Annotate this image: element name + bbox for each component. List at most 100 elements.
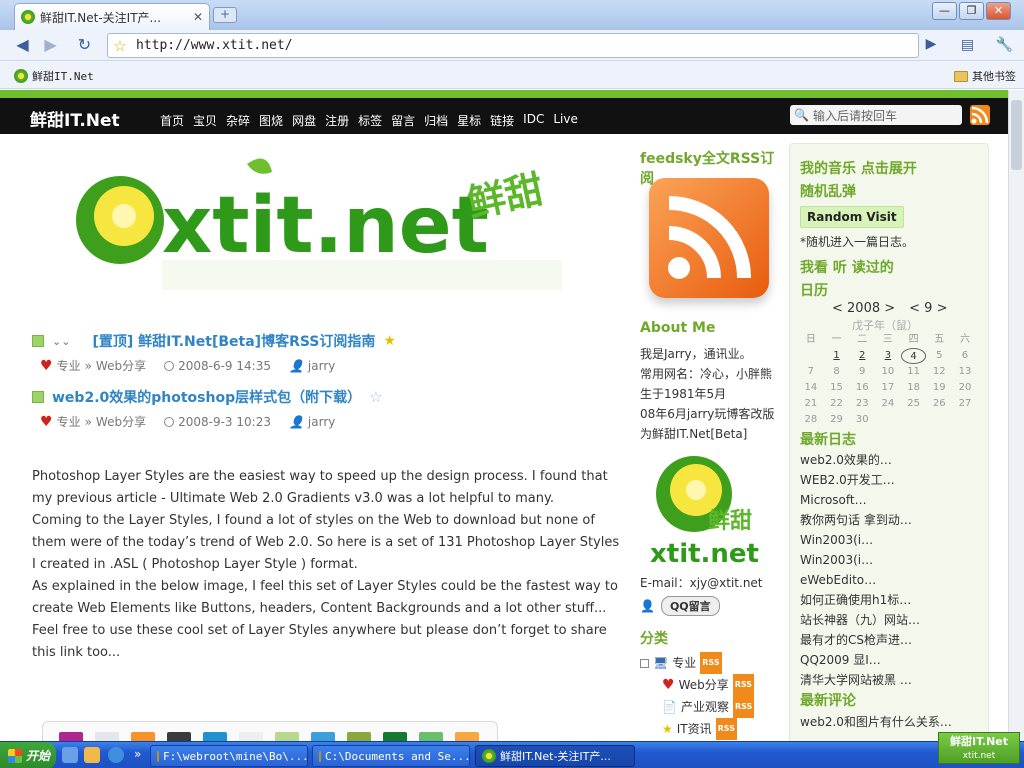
category-link[interactable]: 专业	[57, 357, 81, 374]
calendar-day[interactable]: 13	[952, 364, 978, 380]
scrollbar-thumb[interactable]	[1011, 100, 1022, 170]
calendar-day[interactable]: 23	[849, 396, 875, 412]
recent-post-link[interactable]: QQ2009 显I…	[800, 650, 920, 670]
recent-post-link[interactable]: Win2003(i…	[800, 530, 920, 550]
task-explorer-1[interactable]: F:\webroot\mine\Bo\...	[150, 745, 308, 767]
calendar-day[interactable]: 29	[824, 412, 850, 428]
bookmark-star-icon[interactable]: ☆	[108, 37, 132, 55]
nav-archive[interactable]: 归档	[424, 112, 448, 129]
nav-idc[interactable]: IDC	[523, 112, 544, 129]
star-outline-icon[interactable]: ☆	[369, 388, 382, 406]
header-rss-icon[interactable]	[970, 105, 990, 125]
calendar-day[interactable]	[926, 412, 952, 428]
address-bar[interactable]: ☆ http://www.xtit.net/	[107, 33, 919, 58]
nav-star[interactable]: 星标	[457, 112, 481, 129]
recent-post-link[interactable]: 最有才的CS枪声进…	[800, 630, 920, 650]
post-title-link[interactable]: [置顶] 鲜甜IT.Net[Beta]博客RSS订阅指南	[92, 331, 375, 351]
qq-message-button[interactable]: QQ留言	[660, 596, 720, 616]
task-explorer-2[interactable]: C:\Documents and Se...	[312, 745, 470, 767]
tab-close-icon[interactable]: ✕	[193, 10, 203, 24]
subcategory-link[interactable]: Web分享	[96, 357, 146, 374]
calendar-day[interactable]	[875, 412, 901, 428]
calendar-day[interactable]: 2	[849, 348, 875, 364]
calendar-day[interactable]: 20	[952, 380, 978, 396]
wrench-icon[interactable]: 🔧	[992, 33, 1017, 58]
rss-badge-icon[interactable]: RSS	[715, 718, 737, 740]
other-bookmarks[interactable]: 其他书签	[954, 68, 1016, 84]
url-text[interactable]: http://www.xtit.net/	[132, 38, 293, 53]
calendar-day[interactable]: 8	[824, 364, 850, 380]
calendar-day[interactable]: 27	[952, 396, 978, 412]
rss-badge-icon[interactable]: RSS	[732, 696, 755, 718]
calendar-day[interactable]: 9	[849, 364, 875, 380]
category-item[interactable]: ♥ Web分享 RSS	[640, 674, 755, 696]
subcategory-link[interactable]: Web分享	[96, 413, 146, 430]
quicklaunch-more-icon[interactable]: »	[134, 747, 141, 761]
nav-baby[interactable]: 宝贝	[193, 112, 217, 129]
category-item[interactable]: 🖥 专业 RSS	[640, 652, 754, 674]
category-item[interactable]: ★ IT资讯 RSS	[640, 718, 754, 740]
calendar-day[interactable]: 22	[824, 396, 850, 412]
collapse-box-icon[interactable]	[640, 658, 649, 668]
quicklaunch-icon[interactable]	[62, 747, 78, 763]
calendar-day[interactable]: 21	[798, 396, 824, 412]
calendar-month-nav[interactable]: < 9 >	[909, 301, 947, 316]
calendar-day[interactable]: 17	[875, 380, 901, 396]
calendar-day[interactable]: 26	[926, 396, 952, 412]
calendar-day[interactable]: 24	[875, 396, 901, 412]
calendar-day[interactable]: 10	[875, 364, 901, 380]
task-browser[interactable]: 鲜甜IT.Net-关注IT产...	[475, 745, 635, 767]
calendar-day[interactable]	[901, 412, 927, 428]
calendar-day[interactable]	[952, 412, 978, 428]
forward-arrow-icon[interactable]: ▶	[38, 33, 63, 58]
start-button[interactable]: 开始	[0, 742, 56, 768]
recent-post-link[interactable]: Win2003(i…	[800, 550, 920, 570]
tray-site-badge[interactable]: 鲜甜IT.Net xtit.net	[938, 732, 1020, 764]
minimize-button[interactable]: —	[932, 2, 957, 20]
big-rss-icon[interactable]	[649, 178, 769, 298]
recent-post-link[interactable]: 如何正确使用h1标…	[800, 590, 920, 610]
nav-links[interactable]: 链接	[490, 112, 514, 129]
reload-icon[interactable]: ↻	[72, 33, 97, 58]
recent-comment[interactable]: web2.0和图片有什么关系…	[800, 712, 952, 732]
calendar-day[interactable]: 19	[926, 380, 952, 396]
recent-post-link[interactable]: Microsoft…	[800, 490, 920, 510]
nav-tags[interactable]: 标签	[358, 112, 382, 129]
recent-post-link[interactable]: 站长神器（九）网站…	[800, 610, 920, 630]
bookmark-item[interactable]: 鲜甜IT.Net	[14, 68, 94, 84]
recent-post-link[interactable]: 清华大学网站被黑 …	[800, 670, 920, 690]
nav-photos[interactable]: 图烧	[259, 112, 283, 129]
recent-post-link[interactable]: eWebEdito…	[800, 570, 920, 590]
maximize-button[interactable]: ❐	[959, 2, 984, 20]
nav-live[interactable]: Live	[553, 112, 578, 129]
calendar-day[interactable]: 3	[875, 348, 901, 364]
calendar-day[interactable]: 5	[926, 348, 952, 364]
nav-home[interactable]: 首页	[160, 112, 184, 129]
chevron-down-icon[interactable]: ⌄⌄	[52, 335, 70, 348]
go-arrow-icon[interactable]: ▶	[921, 36, 941, 56]
nav-disk[interactable]: 网盘	[292, 112, 316, 129]
nav-register[interactable]: 注册	[325, 112, 349, 129]
scrollbar[interactable]	[1008, 90, 1024, 741]
category-item[interactable]: 📄 产业观察 RSS	[640, 696, 755, 718]
close-button[interactable]: ✕	[986, 2, 1011, 20]
calendar-year-nav[interactable]: < 2008 >	[832, 301, 895, 316]
nav-guestbook[interactable]: 留言	[391, 112, 415, 129]
calendar-day[interactable]: 30	[849, 412, 875, 428]
calendar-day[interactable]: 6	[952, 348, 978, 364]
post-title-link[interactable]: web2.0效果的photoshop层样式包（附下载）	[52, 387, 361, 407]
calendar-day[interactable]: 16	[849, 380, 875, 396]
page-menu-icon[interactable]: ▤	[955, 33, 980, 58]
back-arrow-icon[interactable]: ◀	[10, 33, 35, 58]
calendar-day[interactable]: 15	[824, 380, 850, 396]
calendar-day[interactable]: 14	[798, 380, 824, 396]
recent-post-link[interactable]: WEB2.0开发工…	[800, 470, 920, 490]
nav-misc[interactable]: 杂碎	[226, 112, 250, 129]
recent-post-link[interactable]: 教你两句话 拿到动…	[800, 510, 920, 530]
calendar-day[interactable]: 11	[901, 364, 927, 380]
rss-badge-icon[interactable]: RSS	[700, 652, 722, 674]
site-search-input[interactable]: 🔍 输入后请按回车	[790, 105, 962, 125]
calendar-day[interactable]: 12	[926, 364, 952, 380]
new-tab-button[interactable]: +	[213, 7, 237, 23]
recent-post-link[interactable]: web2.0效果的…	[800, 450, 920, 470]
